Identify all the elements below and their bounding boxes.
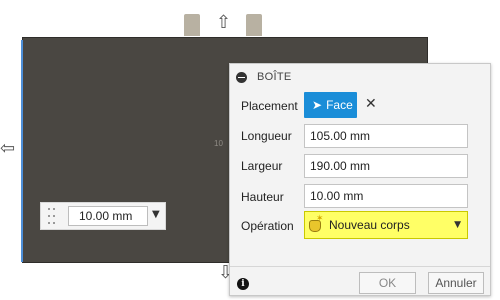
cancel-button[interactable]: Annuler [428,272,484,294]
dimension-input[interactable]: 10.00 mm [68,206,148,226]
arrow-up-icon[interactable]: ⇧ [216,14,231,32]
arrow-left-icon[interactable]: ⇦ [0,140,15,158]
length-input[interactable]: 105.00 mm [304,124,468,148]
chevron-down-icon: ▼ [454,220,461,230]
operation-select[interactable]: ✶ Nouveau corps ▼ [304,211,468,239]
box-center-label: 10 [214,139,223,148]
info-icon[interactable]: i [237,278,249,290]
box-dialog: BOÎTE Placement ➤ Face ✕ Longueur 105.00… [229,63,491,296]
selected-edge [21,40,23,262]
drag-handle[interactable] [46,206,60,226]
box-handle-right [246,14,262,36]
operation-value: Nouveau corps [329,218,410,232]
dialog-header[interactable]: BOÎTE [230,64,490,90]
height-input[interactable]: 10.00 mm [304,184,468,208]
box-handle-left [184,14,200,36]
placement-label: Placement [241,99,298,113]
ok-button[interactable]: OK [359,272,416,294]
width-input[interactable]: 190.00 mm [304,154,468,178]
close-icon[interactable]: ✕ [365,96,377,112]
face-button-label: Face [326,98,353,112]
dialog-title: BOÎTE [257,71,292,83]
height-label: Hauteur [241,190,284,204]
new-body-icon: ✶ [309,214,324,232]
width-label: Largeur [241,159,283,173]
cursor-icon: ➤ [312,98,323,112]
chevron-down-icon[interactable]: ▼ [152,209,160,220]
collapse-icon[interactable] [236,71,247,83]
face-select-button[interactable]: ➤ Face [304,92,357,118]
operation-label: Opération [241,219,294,233]
length-label: Longueur [241,129,292,143]
dialog-footer: i OK Annuler [230,266,490,296]
